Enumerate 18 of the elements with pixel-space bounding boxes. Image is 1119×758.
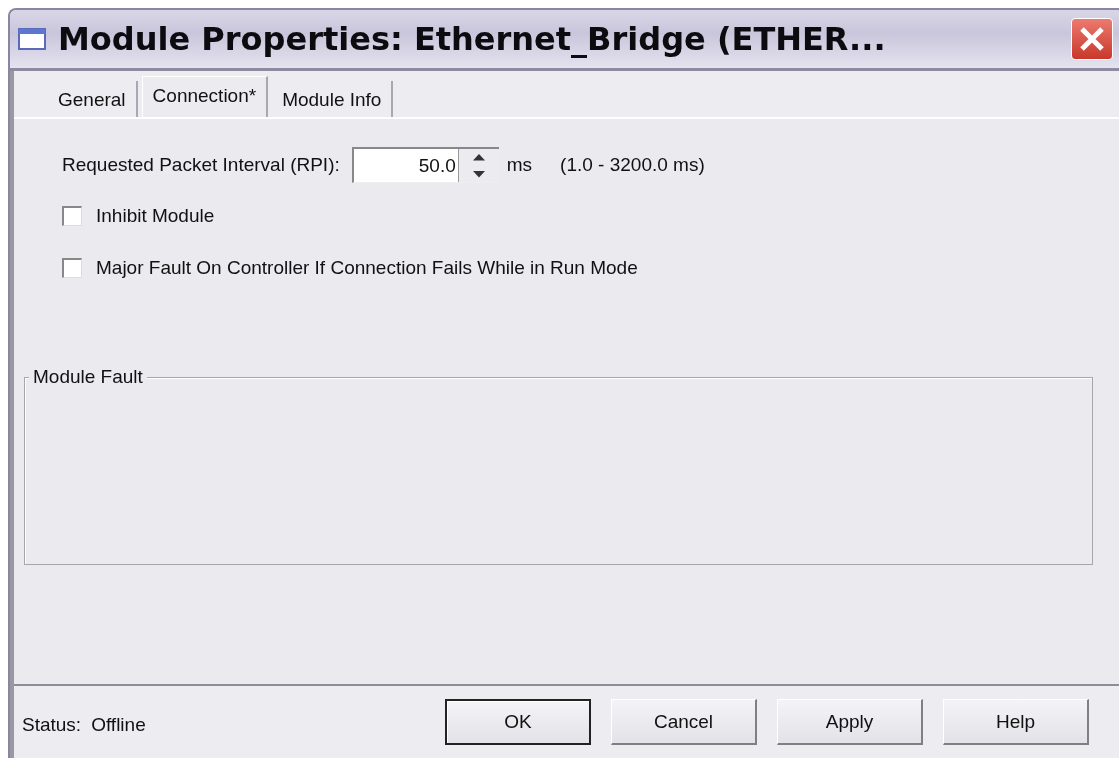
checkbox[interactable] <box>62 206 82 226</box>
close-button[interactable] <box>1071 18 1113 60</box>
checkbox-label[interactable]: Inhibit Module <box>96 205 215 227</box>
window-icon <box>18 28 46 50</box>
dialog-button[interactable]: Apply <box>777 699 923 745</box>
field-label: Requested Packet Interval (RPI): <box>62 154 340 176</box>
checkbox-label[interactable]: Major Fault On Controller If Connection Fails While in Run Mode <box>96 257 638 279</box>
dialog-button[interactable]: Help <box>943 699 1089 745</box>
status-label: Status: <box>22 714 82 736</box>
checkbox[interactable] <box>62 258 82 278</box>
unit-label: ms <box>506 154 533 176</box>
tab[interactable]: Connection* <box>141 76 269 117</box>
range-label: (1.0 - 3200.0 ms) <box>560 154 705 176</box>
rpi-spin-field[interactable]: 50.0 <box>351 147 499 183</box>
dialog-button[interactable]: OK <box>445 699 591 745</box>
dialog-button[interactable]: Cancel <box>611 699 757 745</box>
window-title: Module Properties: Ethernet_Bridge (ETHER... <box>58 20 887 58</box>
status-value: Offline <box>91 714 146 736</box>
